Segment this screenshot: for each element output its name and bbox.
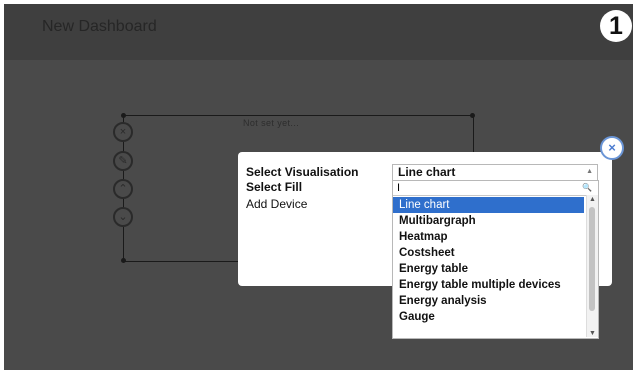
chevron-up-icon: ▲ — [586, 168, 593, 175]
dropdown-option[interactable]: Multibargraph — [393, 213, 584, 229]
add-device-link[interactable]: Add Device — [246, 197, 307, 211]
dropdown-option[interactable]: Gauge — [393, 309, 584, 325]
widget-resize-handle-tr[interactable] — [470, 113, 475, 118]
step-number-badge: 1 — [600, 10, 632, 42]
dropdown-option[interactable]: Costsheet — [393, 245, 584, 261]
scroll-up-arrow-icon[interactable]: ▲ — [587, 196, 598, 203]
select-visualisation-label: Select Visualisation — [246, 165, 359, 179]
dropdown-option[interactable]: Energy table multiple devices — [393, 277, 584, 293]
visualisation-select[interactable]: Line chart ▲ — [392, 164, 598, 181]
visualisation-dropdown: I 🔍 Line chart Multibargraph Heatmap Cos… — [392, 180, 599, 339]
dropdown-option[interactable]: Energy analysis — [393, 293, 584, 309]
dashboard-title: New Dashboard — [42, 18, 157, 35]
widget-resize-handle-tl[interactable] — [121, 113, 126, 118]
search-input-text: I — [397, 182, 401, 194]
dropdown-search-input[interactable]: I 🔍 — [393, 181, 596, 196]
dropdown-option[interactable]: Heatmap — [393, 229, 584, 245]
dashboard-header: New Dashboard — [4, 4, 633, 60]
visualisation-select-value: Line chart — [398, 165, 456, 179]
widget-move-down-icon[interactable]: ⌄ — [113, 207, 133, 227]
modal-close-icon[interactable]: × — [600, 136, 624, 160]
widget-resize-handle-bl[interactable] — [121, 258, 126, 263]
scroll-down-arrow-icon[interactable]: ▼ — [587, 330, 598, 337]
widget-edit-icon[interactable]: ✎ — [113, 151, 133, 171]
dropdown-option[interactable]: Energy table — [393, 261, 584, 277]
dropdown-option[interactable]: Line chart — [393, 197, 584, 213]
dropdown-option-list: Line chart Multibargraph Heatmap Costshe… — [393, 197, 584, 325]
dropdown-scrollbar[interactable]: ▲ ▼ — [586, 195, 598, 337]
widget-close-icon[interactable]: × — [113, 122, 133, 142]
scrollbar-thumb[interactable] — [589, 207, 595, 311]
widget-title: Not set yet... — [243, 118, 300, 128]
search-icon: 🔍 — [582, 183, 592, 192]
select-fill-label: Select Fill — [246, 180, 303, 194]
widget-move-up-icon[interactable]: ⌃ — [113, 179, 133, 199]
